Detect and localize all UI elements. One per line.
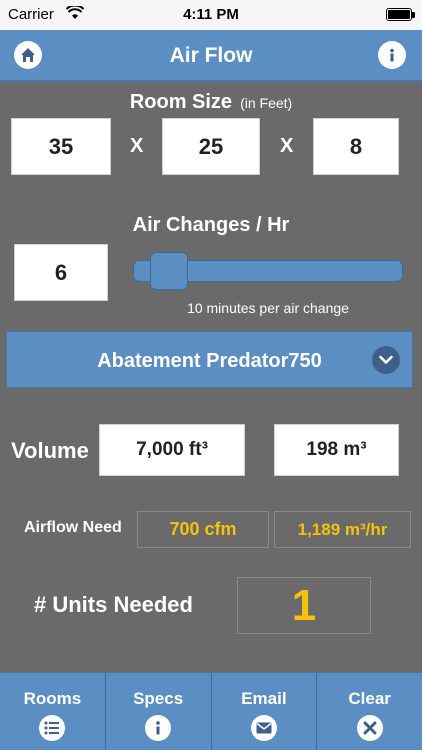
tab-specs-label: Specs xyxy=(133,689,184,708)
tab-rooms[interactable]: Rooms xyxy=(0,673,106,750)
room-size-unit-note: (in Feet) xyxy=(240,95,293,111)
volume-ft3-value: 7,000 ft³ xyxy=(99,424,245,476)
air-changes-slider[interactable] xyxy=(133,252,403,290)
tab-specs[interactable]: Specs xyxy=(106,673,212,750)
air-changes-title: Air Changes / Hr xyxy=(132,214,290,236)
mail-icon xyxy=(250,715,277,741)
air-change-note: 10 minutes per air change xyxy=(187,300,349,316)
room-width-input[interactable]: 25 xyxy=(162,118,260,175)
tab-bar: Rooms Specs Email Clear xyxy=(0,672,422,750)
info-icon[interactable] xyxy=(378,41,406,69)
list-icon xyxy=(39,715,66,741)
air-changes-input[interactable]: 6 xyxy=(14,244,108,301)
tab-clear-label: Clear xyxy=(348,689,391,708)
page-title: Air Flow xyxy=(169,44,253,67)
airflow-need-label: Airflow Need xyxy=(24,519,122,536)
battery-icon xyxy=(386,8,412,21)
slider-thumb[interactable] xyxy=(150,252,188,290)
room-size-title: Room Size xyxy=(129,91,233,113)
close-icon xyxy=(356,715,383,741)
room-length-input[interactable]: 35 xyxy=(11,118,111,175)
unit-selector-label: Abatement Predator750 xyxy=(97,350,322,372)
units-needed-value: 1 xyxy=(237,577,371,634)
airflow-cfm-value: 700 cfm xyxy=(137,511,269,548)
tab-email[interactable]: Email xyxy=(212,673,318,750)
tab-rooms-label: Rooms xyxy=(23,689,82,708)
volume-label: Volume xyxy=(11,438,89,463)
clock: 4:11 PM xyxy=(183,6,239,23)
times-separator: X xyxy=(130,135,144,157)
nav-bar: Air Flow xyxy=(0,30,422,82)
airflow-m3hr-value: 1,189 m³/hr xyxy=(274,511,411,548)
room-height-input[interactable]: 8 xyxy=(313,118,399,175)
tab-clear[interactable]: Clear xyxy=(317,673,422,750)
status-bar: Carrier 4:11 PM xyxy=(0,0,422,30)
unit-selector-button[interactable]: Abatement Predator750 xyxy=(6,331,413,388)
chevron-down-icon xyxy=(372,346,400,374)
battery-tip xyxy=(412,12,415,18)
tab-email-label: Email xyxy=(241,689,287,708)
info-icon xyxy=(145,715,172,741)
units-needed-label: # Units Needed xyxy=(34,592,193,617)
times-separator: X xyxy=(280,135,294,157)
volume-m3-value: 198 m³ xyxy=(274,424,399,476)
room-size-heading: Room Size (in Feet) xyxy=(0,91,422,114)
